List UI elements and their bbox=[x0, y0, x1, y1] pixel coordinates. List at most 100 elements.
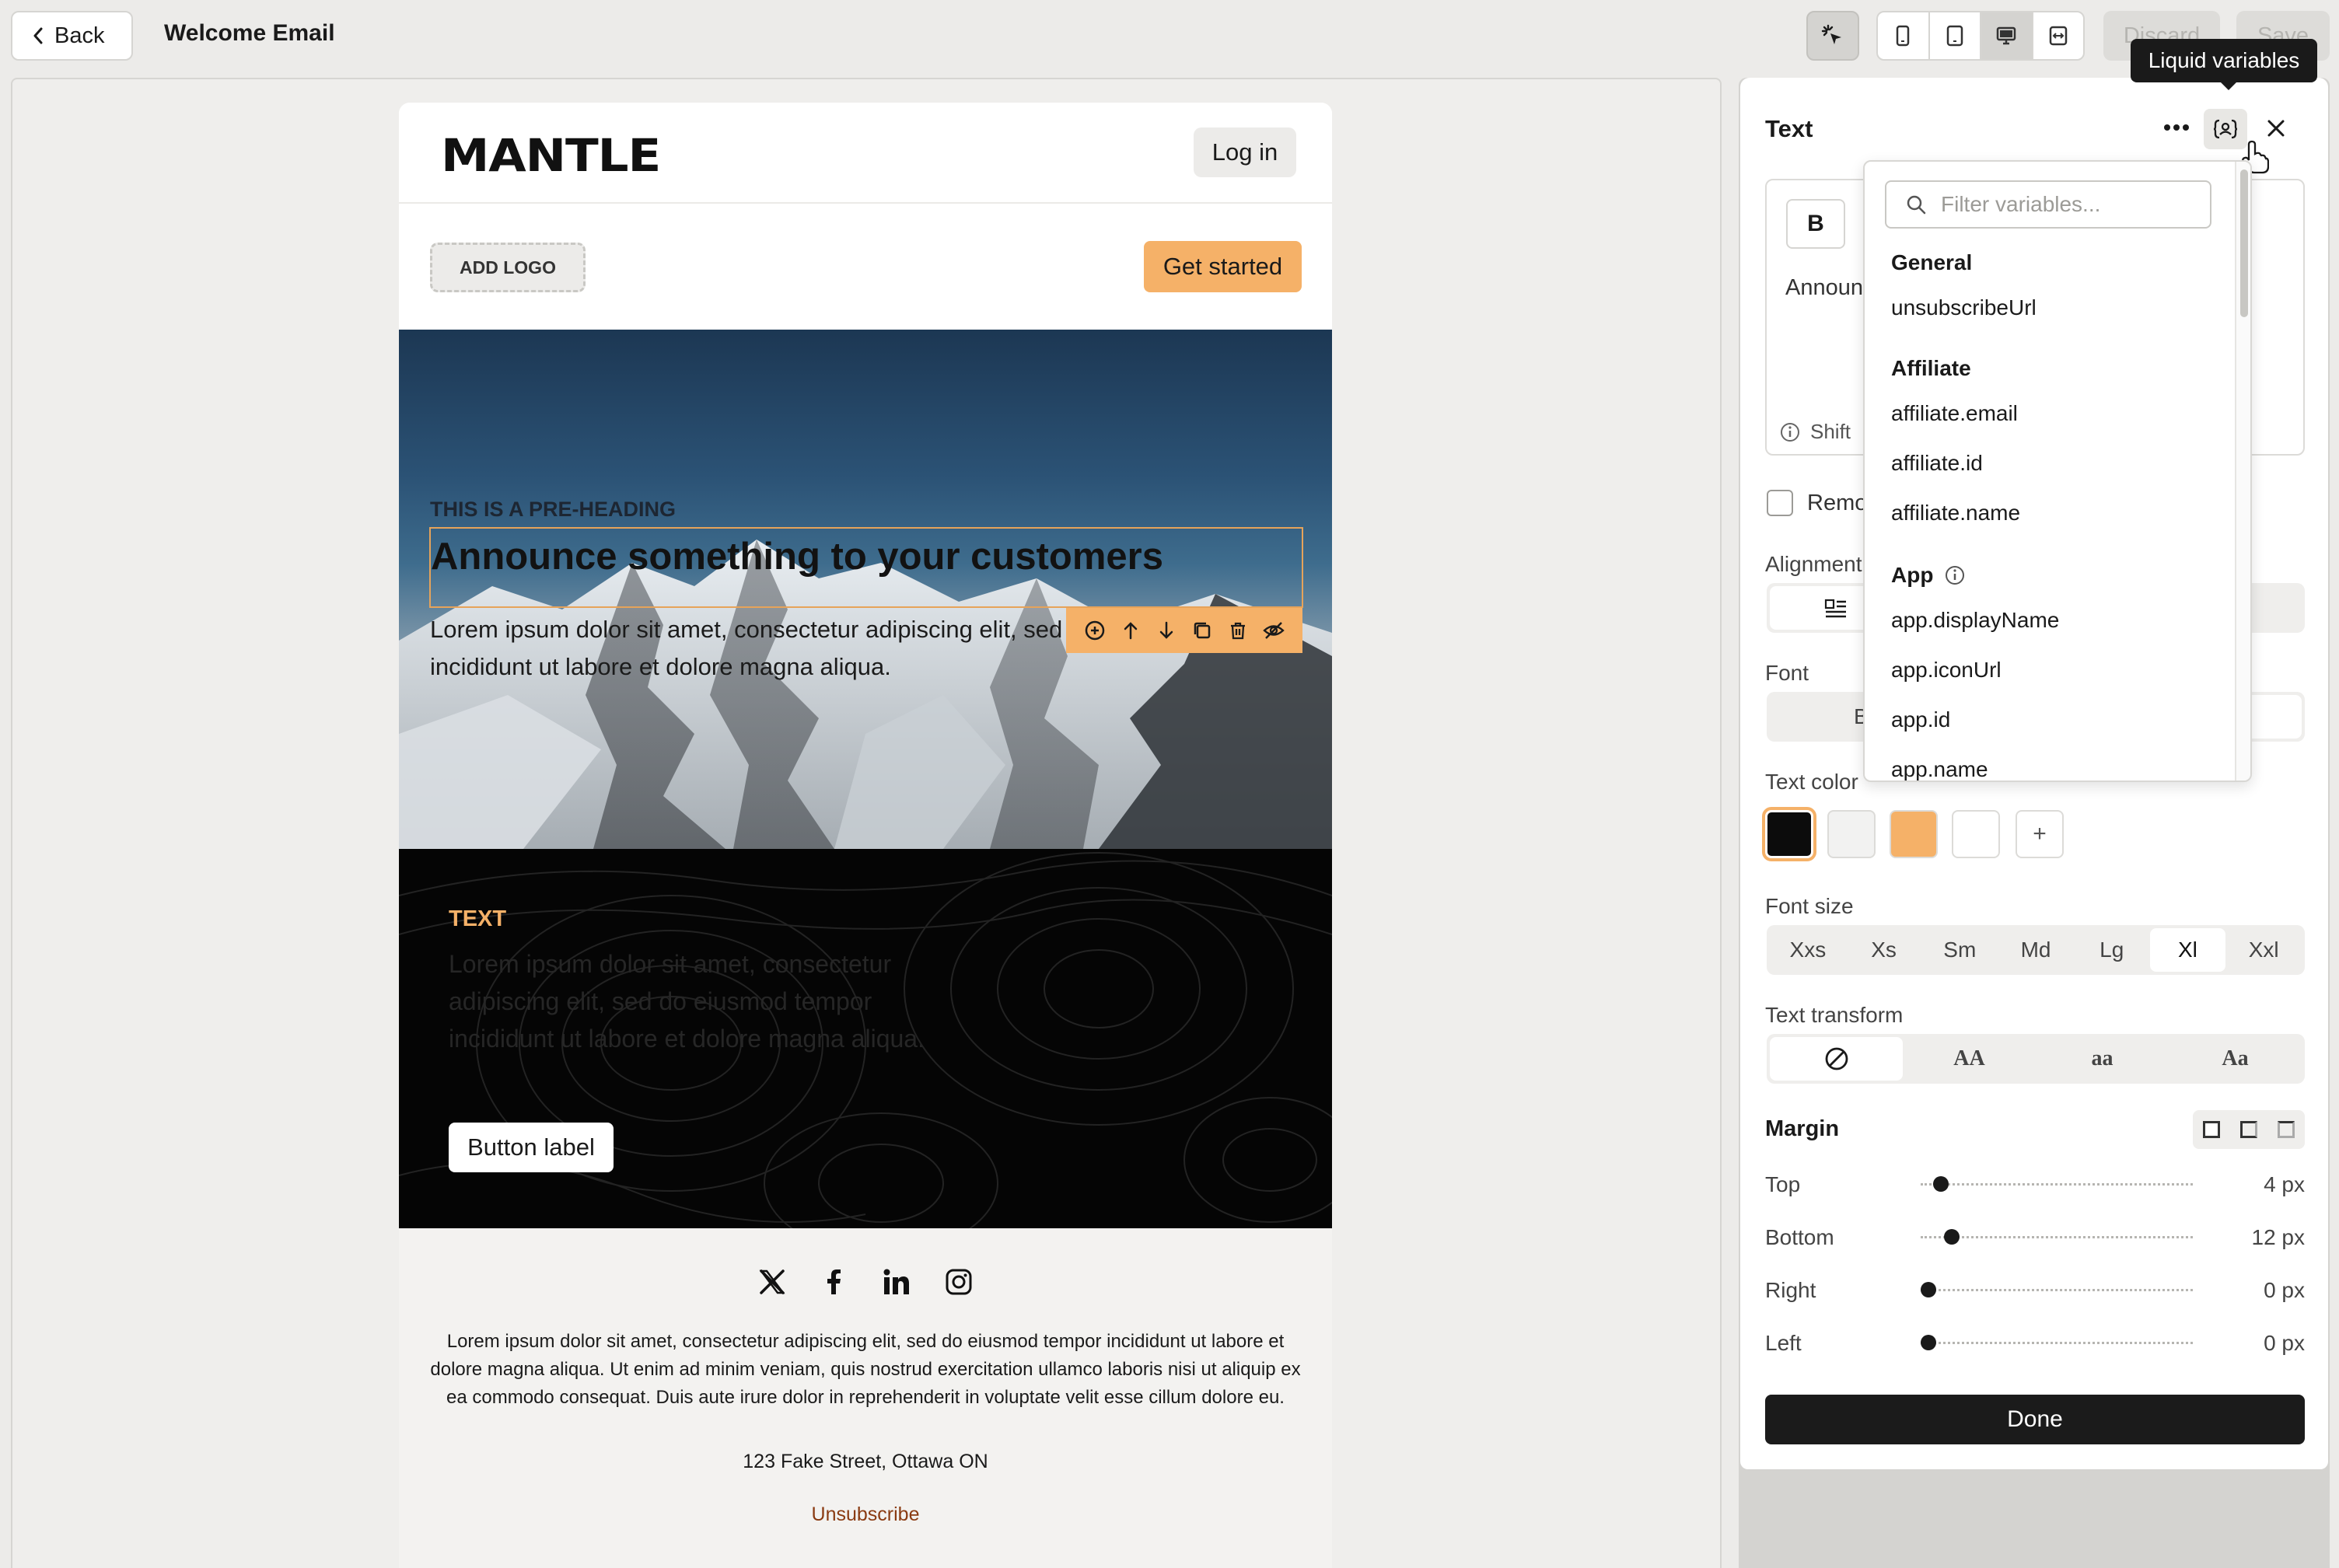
info-icon[interactable] bbox=[1944, 564, 1966, 586]
section-label: TEXT bbox=[449, 906, 507, 931]
margin-mode-switcher bbox=[2193, 1110, 2305, 1149]
margin-top-slider[interactable] bbox=[1921, 1176, 2193, 1192]
transform-capitalize[interactable]: Aa bbox=[2169, 1037, 2302, 1081]
transform-uppercase[interactable]: AA bbox=[1903, 1037, 2036, 1081]
font-size-xl[interactable]: Xl bbox=[2149, 928, 2226, 972]
slider-knob[interactable] bbox=[1921, 1282, 1936, 1297]
instagram-icon[interactable] bbox=[944, 1267, 974, 1297]
move-up-icon[interactable] bbox=[1119, 619, 1142, 642]
variable-item[interactable]: affiliate.email bbox=[1891, 401, 2018, 426]
page-title: Welcome Email bbox=[164, 20, 335, 46]
margin-bottom-slider[interactable] bbox=[1921, 1229, 2193, 1245]
liquid-variables-tooltip: Liquid variables bbox=[2131, 39, 2317, 82]
back-label: Back bbox=[54, 23, 105, 48]
dark-section[interactable]: TEXT Lorem ipsum dolor sit amet, consect… bbox=[399, 849, 1332, 1228]
hero-heading[interactable]: Announce something to your customers bbox=[431, 535, 1163, 578]
email-header: MANTLE Log in bbox=[399, 103, 1332, 204]
font-size-xs[interactable]: Xs bbox=[1846, 928, 1922, 972]
back-button[interactable]: Back bbox=[11, 11, 133, 61]
margin-right-row: Right 0 px bbox=[1765, 1275, 2305, 1306]
linkedin-icon[interactable] bbox=[882, 1267, 911, 1297]
cta-button[interactable]: Button label bbox=[449, 1123, 614, 1172]
social-links bbox=[757, 1267, 974, 1297]
variable-item[interactable]: affiliate.id bbox=[1891, 451, 1983, 476]
font-size-lg[interactable]: Lg bbox=[2074, 928, 2150, 972]
footer-text: Lorem ipsum dolor sit amet, consectetur … bbox=[430, 1331, 1301, 1408]
panel-title: Text bbox=[1765, 115, 1813, 142]
unsubscribe-link[interactable]: Unsubscribe bbox=[399, 1503, 1332, 1526]
group-general: General bbox=[1891, 250, 1972, 275]
font-size-sm[interactable]: Sm bbox=[1921, 928, 1998, 972]
variable-item[interactable]: app.iconUrl bbox=[1891, 658, 2002, 683]
mobile-icon bbox=[1895, 25, 1911, 47]
duplicate-icon[interactable] bbox=[1190, 619, 1214, 642]
font-size-xxl[interactable]: Xxl bbox=[2225, 928, 2302, 972]
variable-item[interactable]: app.displayName bbox=[1891, 608, 2059, 633]
none-icon bbox=[1823, 1046, 1850, 1072]
slider-knob[interactable] bbox=[1944, 1229, 1960, 1245]
remove-option[interactable]: Remo bbox=[1767, 490, 1867, 516]
move-down-icon[interactable] bbox=[1155, 619, 1178, 642]
desktop-icon bbox=[1995, 25, 2017, 47]
text-transform-label: Text transform bbox=[1765, 1003, 1904, 1027]
tablet-icon bbox=[1946, 25, 1964, 47]
variable-item[interactable]: app.id bbox=[1891, 707, 1950, 732]
slider-knob[interactable] bbox=[1921, 1335, 1936, 1350]
mobile-view-button[interactable] bbox=[1878, 12, 1930, 59]
transform-none-button[interactable] bbox=[1770, 1037, 1903, 1081]
group-affiliate: Affiliate bbox=[1891, 356, 1971, 381]
desktop-view-button[interactable] bbox=[1981, 12, 2033, 59]
remove-checkbox[interactable] bbox=[1767, 490, 1793, 516]
variable-item[interactable]: affiliate.name bbox=[1891, 501, 2020, 526]
select-mode-button[interactable] bbox=[1806, 11, 1859, 61]
variable-item[interactable]: app.name bbox=[1891, 757, 1988, 781]
block-toolbar bbox=[1066, 608, 1302, 653]
variable-item[interactable]: unsubscribeUrl bbox=[1891, 295, 2037, 320]
dark-body-text[interactable]: Lorem ipsum dolor sit amet, consectetur … bbox=[449, 945, 931, 1057]
more-options-icon[interactable] bbox=[2163, 123, 2190, 132]
color-swatch-orange[interactable] bbox=[1890, 810, 1938, 858]
color-swatch-black[interactable] bbox=[1762, 807, 1816, 861]
hero-section[interactable]: THIS IS A PRE-HEADING Announce something… bbox=[399, 330, 1332, 849]
margin-right-slider[interactable] bbox=[1921, 1282, 2193, 1297]
dropdown-scrollbar[interactable] bbox=[2235, 162, 2250, 781]
close-icon[interactable] bbox=[2264, 117, 2288, 140]
font-size-md[interactable]: Md bbox=[1998, 928, 2074, 972]
add-logo-button[interactable]: ADD LOGO bbox=[430, 243, 586, 292]
margin-all-icon[interactable] bbox=[2203, 1121, 2220, 1138]
cursor-click-icon bbox=[1821, 24, 1844, 47]
fullwidth-view-button[interactable] bbox=[2033, 12, 2084, 59]
delete-icon[interactable] bbox=[1226, 619, 1250, 642]
facebook-icon[interactable] bbox=[820, 1267, 849, 1297]
login-button[interactable]: Log in bbox=[1194, 127, 1296, 177]
tablet-view-button[interactable] bbox=[1930, 12, 1981, 59]
remove-label: Remo bbox=[1807, 490, 1868, 515]
get-started-button[interactable]: Get started bbox=[1144, 241, 1302, 292]
search-icon bbox=[1905, 194, 1927, 215]
group-affiliate-label: Affiliate bbox=[1891, 356, 1971, 380]
slider-knob[interactable] bbox=[1933, 1176, 1949, 1192]
group-app: App bbox=[1891, 563, 1966, 588]
add-color-button[interactable]: + bbox=[2016, 810, 2064, 858]
device-switcher bbox=[1876, 11, 2085, 61]
color-swatch-white[interactable] bbox=[1952, 810, 2000, 858]
add-block-icon[interactable] bbox=[1083, 619, 1107, 642]
variables-filter-input[interactable] bbox=[1941, 192, 2190, 217]
transform-lowercase[interactable]: aa bbox=[2036, 1037, 2169, 1081]
variables-search[interactable] bbox=[1885, 180, 2211, 229]
done-button[interactable]: Done bbox=[1765, 1395, 2305, 1444]
margin-individual-icon[interactable] bbox=[2278, 1121, 2295, 1138]
margin-left-slider[interactable] bbox=[1921, 1335, 2193, 1350]
email-preview: MANTLE Log in ADD LOGO Get started THIS … bbox=[399, 103, 1332, 1568]
font-size-control: Xxs Xs Sm Md Lg Xl Xxl bbox=[1767, 925, 2305, 975]
bold-button[interactable]: B bbox=[1786, 199, 1845, 249]
margin-sides-icon[interactable] bbox=[2240, 1121, 2257, 1138]
editor-content[interactable]: Announ bbox=[1785, 275, 1863, 301]
hide-icon[interactable] bbox=[1262, 619, 1285, 642]
email-footer: Lorem ipsum dolor sit amet, consectetur … bbox=[399, 1228, 1332, 1568]
color-swatch-light-gray[interactable] bbox=[1827, 810, 1876, 858]
x-icon[interactable] bbox=[757, 1267, 787, 1297]
scrollbar-thumb[interactable] bbox=[2240, 169, 2248, 317]
font-size-xxs[interactable]: Xxs bbox=[1770, 928, 1846, 972]
variables-dropdown: General unsubscribeUrl Affiliate affilia… bbox=[1863, 160, 2252, 782]
